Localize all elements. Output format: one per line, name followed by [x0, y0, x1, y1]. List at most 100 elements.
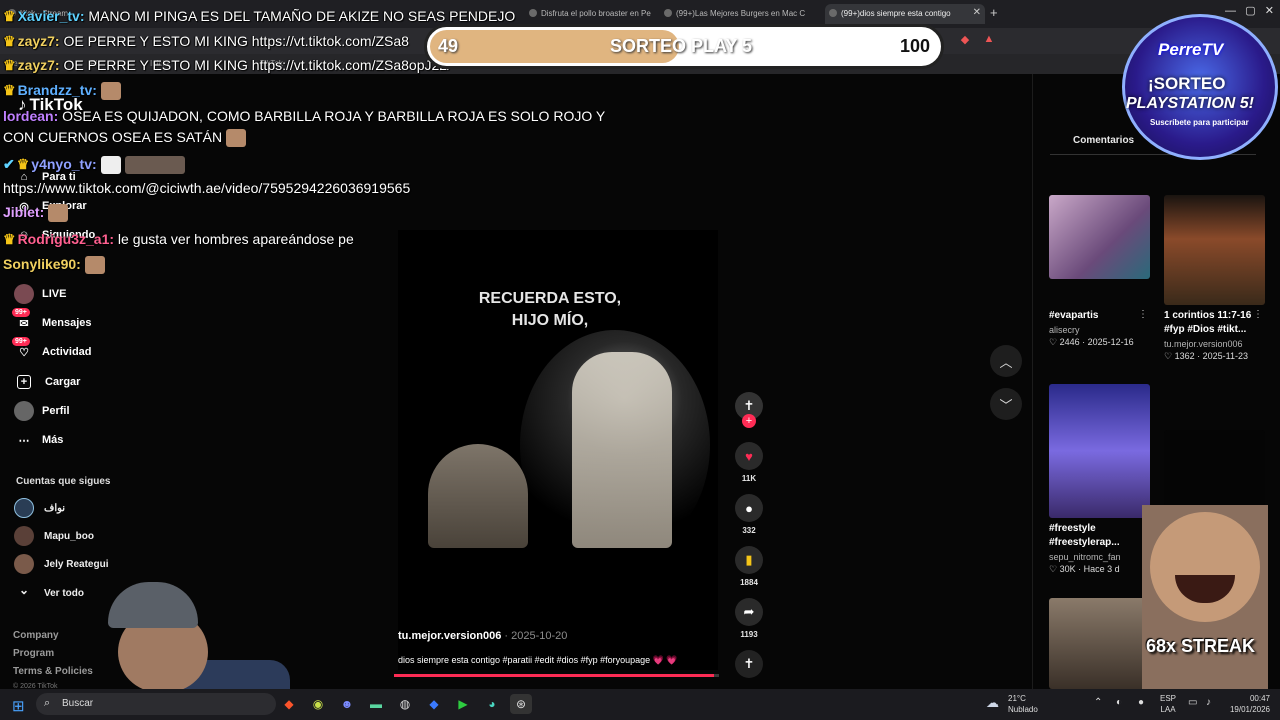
video-author[interactable]: tu.mejor.version006 · 2025-10-20	[398, 630, 567, 642]
previous-video-button[interactable]: ︿	[990, 345, 1022, 377]
avatar	[14, 498, 34, 518]
following-account[interactable]: Mapu_boo	[14, 525, 94, 547]
chat-username: lordean:	[3, 108, 59, 124]
follow-plus-icon[interactable]: +	[742, 414, 756, 428]
chevron-up-icon: ︿	[999, 354, 1013, 370]
nav-item-mensajes[interactable]: ✉ 99+ Mensajes	[12, 308, 92, 334]
nav-item-cargar[interactable]: + Cargar	[14, 371, 80, 393]
card-title[interactable]: #evapartis	[1049, 309, 1150, 323]
see-all-link[interactable]: ⌄ Ver todo	[14, 582, 84, 604]
new-tab-button[interactable]: +	[990, 5, 998, 20]
video-thumbnail[interactable]	[1049, 195, 1150, 279]
nav-item-perfil[interactable]: Perfil	[14, 400, 70, 422]
tab-comentarios[interactable]: Comentarios	[1073, 135, 1134, 146]
volume-icon[interactable]: ♪	[1206, 697, 1211, 708]
following-account[interactable]: نواف	[14, 497, 65, 519]
brave-icon[interactable]: ◆	[278, 694, 300, 714]
app-icon[interactable]: ◉	[307, 694, 329, 714]
chat-text: OE PERRE Y ESTO MI KING https://vt.tikto…	[59, 57, 451, 73]
footer-link-terms[interactable]: Terms & Policies	[13, 666, 93, 677]
obs-icon[interactable]: ◍	[394, 694, 416, 714]
emote-icon	[84, 256, 105, 275]
following-account[interactable]: Jely Reategui	[14, 553, 108, 575]
chat-message: ♛ Brandzz_tv:	[3, 82, 121, 101]
nav-item-actividad[interactable]: ♡ 99+ Actividad	[12, 337, 92, 363]
following-title: Cuentas que sigues	[16, 476, 111, 487]
taskbar-clock[interactable]: 00:47 19/01/2026	[1226, 693, 1270, 715]
emote-icon	[124, 156, 185, 175]
emote-icon	[226, 129, 247, 148]
crown-icon: ♛	[3, 8, 16, 24]
app-icon[interactable]: ▬	[365, 694, 387, 714]
share-button[interactable]: ➦ 1193	[734, 598, 764, 639]
comment-icon: ●	[735, 494, 763, 522]
related-video-card[interactable]: #evapartis ⋮ alisecry ♡ 2446 · 2025-12-1…	[1049, 195, 1150, 348]
video-thumbnail[interactable]	[1049, 598, 1150, 689]
brave-shield-icon[interactable]: ◆	[958, 33, 972, 47]
video-thumbnail[interactable]	[1164, 195, 1265, 305]
comment-button[interactable]: ● 332	[734, 494, 764, 535]
discord-icon[interactable]: ☻	[336, 694, 358, 714]
play-icon[interactable]: ▶	[452, 694, 474, 714]
chat-text: OSEA ES QUIJADON, COMO BARBILLA ROJA Y B…	[58, 108, 606, 124]
chat-message: ✔ ♛ y4nyo_tv:	[3, 156, 185, 175]
related-video-card[interactable]: 1 corintios 11:7-16 #fyp #Dios #tikt... …	[1164, 195, 1265, 362]
card-author[interactable]: tu.mejor.version006	[1164, 339, 1265, 349]
giveaway-goal-value: 100	[900, 36, 931, 56]
chat-message: Sonylike90:	[3, 256, 105, 275]
chevron-up-icon[interactable]: ⌃	[1094, 697, 1102, 708]
windows-start-icon[interactable]: ⊞	[12, 697, 25, 715]
save-button[interactable]: ▮ 1884	[734, 546, 764, 587]
chat-message-continued: CON CUERNOS OSEA ES SATÁN	[3, 129, 247, 148]
related-video-card[interactable]: #freestyle #freestylerap... sepu_nitromc…	[1049, 384, 1150, 575]
chat-text: CON CUERNOS OSEA ES SATÁN	[3, 129, 223, 145]
taskbar-search[interactable]: Buscar	[36, 693, 276, 715]
rewards-icon[interactable]: ▲	[982, 33, 996, 47]
footer-link-company[interactable]: Company	[13, 630, 59, 641]
card-meta: ♡ 1362 · 2025-11-23	[1164, 351, 1248, 361]
card-meta: ♡ 2446 · 2025-12-16	[1049, 337, 1134, 347]
more-options-icon[interactable]: ⋮	[1138, 309, 1148, 320]
browser-tab[interactable]: (99+)Las Mejores Burgers en Mac C	[660, 4, 820, 24]
activity-icon: ♡ 99+	[12, 337, 34, 362]
share-count: 1193	[740, 630, 758, 639]
chat-username: Xavier_tv:	[17, 8, 85, 24]
chat-text: le gusta ver hombres apareándose pe	[114, 231, 354, 247]
cloud-icon: ☁	[986, 695, 999, 710]
video-description: dios siempre esta contigo #paratii #edit…	[398, 655, 678, 665]
next-video-button[interactable]: ﹀	[990, 388, 1022, 420]
video-thumbnail[interactable]	[1049, 384, 1150, 518]
app-icon[interactable]: ◆	[423, 694, 445, 714]
emote-icon	[100, 82, 121, 101]
video-thumbnail[interactable]	[1164, 430, 1265, 506]
footer-link-program[interactable]: Program	[13, 648, 54, 659]
weather-widget[interactable]: 21°C Nublado	[1008, 693, 1038, 715]
more-options-icon[interactable]: ⋮	[1253, 309, 1263, 320]
related-video-card[interactable]	[1164, 430, 1265, 506]
more-icon: ⋯	[18, 434, 30, 447]
globe-icon[interactable]: ◕	[481, 694, 503, 714]
promo-line-3: Suscríbete para participar	[1150, 118, 1249, 127]
video-date: · 2025-10-20	[501, 630, 568, 642]
steam-icon[interactable]: ⊛	[510, 694, 532, 714]
avatar	[14, 554, 34, 574]
close-tab-icon[interactable]: ✕	[973, 7, 981, 18]
network-icon[interactable]: ▭	[1188, 697, 1197, 708]
notification-badge: 99+	[12, 337, 30, 346]
video-progress-bar[interactable]	[394, 674, 719, 677]
streak-label: 68x STREAK	[1146, 636, 1256, 656]
card-title[interactable]: 1 corintios 11:7-16 #fyp #Dios #tikt...	[1164, 309, 1265, 337]
creator-avatar-button[interactable]: ✝ +	[734, 392, 764, 428]
card-title[interactable]: #freestyle #freestylerap...	[1049, 522, 1150, 550]
microphone-icon[interactable]: ●	[1138, 697, 1144, 708]
card-author[interactable]: sepu_nitromc_fan	[1049, 552, 1150, 562]
browser-tab-active[interactable]: (99+)dios siempre esta contigo ✕	[825, 4, 985, 24]
like-button[interactable]: ♥ 11K	[734, 442, 764, 483]
music-disc-button[interactable]: ✝	[734, 650, 764, 678]
window-controls[interactable]: — ▢ ✕	[1225, 4, 1274, 17]
card-author[interactable]: alisecry	[1049, 325, 1150, 335]
language-indicator[interactable]: ESP LAA	[1160, 693, 1176, 715]
tray-app-icon[interactable]: ◐	[1116, 697, 1122, 708]
related-video-card[interactable]	[1049, 598, 1150, 689]
nav-item-mas[interactable]: ⋯ Más	[14, 429, 64, 451]
